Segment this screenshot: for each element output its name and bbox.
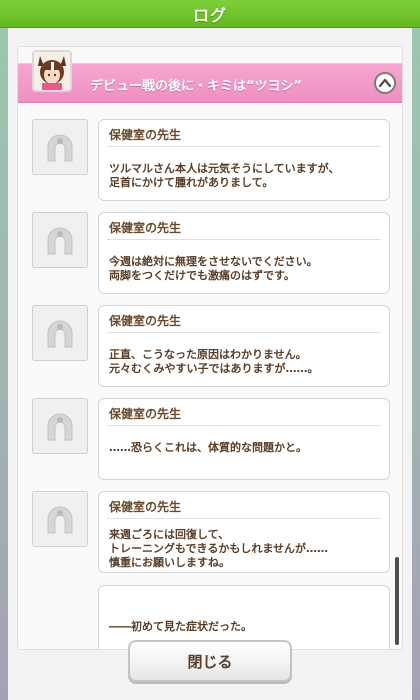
- message-bubble: 保健室の先生 来週ごろには回復して、 トレーニングもできるかもしれませんが…… …: [98, 491, 390, 573]
- speaker-name: 保健室の先生: [109, 314, 182, 328]
- message-text: 来週ごろには回復して、 トレーニングもできるかもしれませんが…… 慎重にお願いし…: [109, 528, 329, 569]
- log-panel: デビュー戦の後に・キミは“ツヨシ” 保健室の先生 ツルマルさん本人は元気そうにし…: [8, 28, 412, 700]
- left-background-strip: [0, 28, 8, 700]
- speaker-icon-box: [32, 398, 88, 454]
- speaker-icon-box: [32, 119, 88, 175]
- speaker-icon-box: [32, 212, 88, 268]
- message-bubble: 保健室の先生 今週は絶対に無理をさせないでください。 両脚をつくだけでも激痛のは…: [98, 212, 390, 294]
- log-entry: 保健室の先生 今週は絶対に無理をさせないでください。 両脚をつくだけでも激痛のは…: [32, 212, 392, 294]
- speaker-name: 保健室の先生: [109, 407, 182, 421]
- divider: [107, 239, 381, 240]
- log-entry: 保健室の先生 来週ごろには回復して、 トレーニングもできるかもしれませんが…… …: [32, 491, 392, 573]
- scrollbar[interactable]: [395, 47, 399, 649]
- speaker-name: 保健室の先生: [109, 221, 182, 235]
- message-text: ……恐らくこれは、体質的な問題かと。: [109, 441, 307, 454]
- horseshoe-icon: [47, 320, 73, 348]
- message-bubble: 保健室の先生 ツルマルさん本人は元気そうにしていますが、 足首にかけて腫れがあり…: [98, 119, 390, 201]
- horseshoe-icon: [47, 134, 73, 162]
- log-header: ログ: [0, 0, 420, 28]
- chapter-header[interactable]: デビュー戦の後に・キミは“ツヨシ”: [18, 50, 402, 103]
- right-background-strip: [412, 28, 420, 700]
- character-avatar: [32, 50, 72, 92]
- message-text: 正直、こうなった原因はわかりません。 元々むくみやすい子ではありますが……。: [109, 348, 319, 375]
- message-text: 今週は絶対に無理をさせないでください。 両脚をつくだけでも激痛のはずです。: [109, 255, 318, 282]
- divider: [107, 518, 381, 519]
- horseshoe-icon: [47, 413, 73, 441]
- message-bubble: 保健室の先生 ……恐らくこれは、体質的な問題かと。: [98, 398, 390, 480]
- message-text: ツルマルさん本人は元気そうにしていますが、 足首にかけて腫れがありまして。: [109, 162, 340, 189]
- log-entry: 保健室の先生 ……恐らくこれは、体質的な問題かと。: [32, 398, 392, 480]
- log-entry: 保健室の先生 ツルマルさん本人は元気そうにしていますが、 足首にかけて腫れがあり…: [32, 119, 392, 201]
- message-bubble: 保健室の先生 正直、こうなった原因はわかりません。 元々むくみやすい子ではありま…: [98, 305, 390, 387]
- speaker-icon-box: [32, 491, 88, 547]
- divider: [107, 332, 381, 333]
- horseshoe-icon: [47, 506, 73, 534]
- chevron-up-icon: [379, 78, 391, 88]
- log-scroll-area[interactable]: デビュー戦の後に・キミは“ツヨシ” 保健室の先生 ツルマルさん本人は元気そうにし…: [17, 46, 403, 650]
- divider: [107, 146, 381, 147]
- log-entry: 保健室の先生 正直、こうなった原因はわかりません。 元々むくみやすい子ではありま…: [32, 305, 392, 387]
- narration-text: ――初めて見た症状だった。: [109, 620, 252, 633]
- horseshoe-icon: [47, 227, 73, 255]
- header-title: ログ: [192, 5, 227, 25]
- collapse-button[interactable]: [374, 72, 396, 94]
- scrollbar-thumb[interactable]: [395, 557, 399, 645]
- speaker-name: 保健室の先生: [109, 128, 182, 142]
- divider: [107, 425, 381, 426]
- speaker-name: 保健室の先生: [109, 500, 182, 514]
- speaker-icon-box: [32, 305, 88, 361]
- close-button-label: 閉じる: [187, 652, 233, 671]
- close-button[interactable]: 閉じる: [128, 640, 292, 682]
- chapter-title: デビュー戦の後に・キミは“ツヨシ”: [90, 79, 303, 94]
